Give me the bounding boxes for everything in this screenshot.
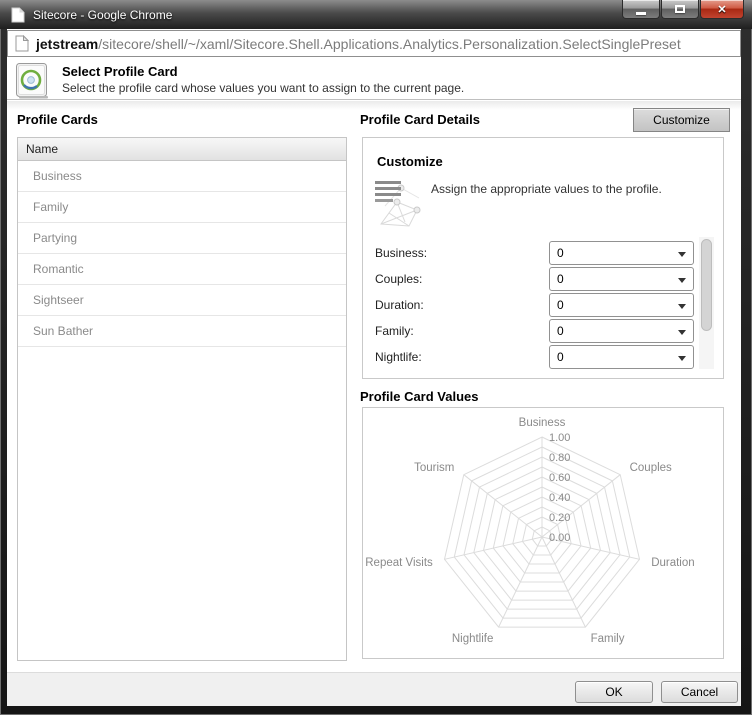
address-bar[interactable]: jetstream/sitecore/shell/~/xaml/Sitecore…	[7, 30, 741, 57]
page-icon	[11, 7, 25, 23]
profile-values-sketch-icon	[375, 178, 423, 233]
browser-window: Sitecore - Google Chrome ✕ jetstream/sit…	[0, 0, 752, 715]
dropdown-arrow-icon	[678, 278, 686, 283]
svg-text:0.60: 0.60	[549, 472, 570, 484]
url-page-icon	[15, 35, 29, 52]
url-host: jetstream	[36, 35, 99, 52]
profile-values-radar-chart: 0.00 0.20 0.40 0.60 0.80 1.00 Business Couples D…	[365, 417, 694, 645]
url-path: /sitecore/shell/~/xaml/Sitecore.Shell.Ap…	[98, 35, 681, 52]
window-title: Sitecore - Google Chrome	[33, 7, 173, 22]
profile-card-icon	[13, 61, 51, 106]
couples-select[interactable]: 0	[549, 267, 694, 291]
profile-card-details-heading: Profile Card Details	[360, 112, 480, 127]
list-item-sightseer[interactable]: Sightseer	[18, 285, 346, 316]
minimize-icon	[636, 11, 646, 15]
profile-card-values-panel: 0.00 0.20 0.40 0.60 0.80 1.00 Business Couples D…	[362, 407, 724, 659]
list-item-partying[interactable]: Partying	[18, 223, 346, 254]
couples-select-value: 0	[557, 272, 564, 286]
cancel-button[interactable]: Cancel	[661, 681, 738, 703]
dialog-footer: OK Cancel	[7, 672, 741, 706]
svg-text:Nightlife: Nightlife	[452, 633, 494, 645]
header-shadow	[7, 101, 741, 110]
svg-text:Business: Business	[519, 417, 566, 429]
svg-text:0.20: 0.20	[549, 512, 570, 524]
dropdown-arrow-icon	[678, 356, 686, 361]
duration-field-label: Duration:	[375, 298, 424, 312]
url-text: jetstream/sitecore/shell/~/xaml/Sitecore…	[36, 36, 681, 52]
svg-text:Tourism: Tourism	[414, 462, 454, 474]
dropdown-arrow-icon	[678, 330, 686, 335]
nightlife-select-value: 0	[557, 350, 564, 364]
business-select-value: 0	[557, 246, 564, 260]
titlebar[interactable]: Sitecore - Google Chrome ✕	[0, 0, 752, 29]
list-item-sun-bather[interactable]: Sun Bather	[18, 316, 346, 347]
customize-panel-heading: Customize	[377, 154, 443, 169]
svg-text:Repeat Visits: Repeat Visits	[365, 557, 433, 569]
customize-panel-description: Assign the appropriate values to the pro…	[431, 182, 662, 196]
name-column-header: Name	[18, 138, 346, 161]
list-item-family[interactable]: Family	[18, 192, 346, 223]
dropdown-arrow-icon	[678, 252, 686, 257]
svg-text:Duration: Duration	[651, 557, 694, 569]
minimize-button[interactable]	[622, 0, 660, 19]
maximize-icon	[675, 5, 685, 13]
close-icon: ✕	[717, 3, 727, 16]
profile-card-values-heading: Profile Card Values	[360, 389, 479, 404]
nightlife-field-label: Nightlife:	[375, 350, 422, 364]
svg-text:0.40: 0.40	[549, 492, 570, 504]
business-field-label: Business:	[375, 246, 428, 260]
svg-text:Family: Family	[591, 633, 625, 645]
svg-text:0.00: 0.00	[549, 532, 570, 544]
duration-select[interactable]: 0	[549, 293, 694, 317]
details-scrollbar[interactable]	[699, 237, 714, 369]
svg-text:Couples: Couples	[630, 462, 672, 474]
list-item-romantic[interactable]: Romantic	[18, 254, 346, 285]
svg-text:1.00: 1.00	[549, 432, 570, 444]
couples-field-label: Couples:	[375, 272, 423, 286]
family-select-value: 0	[557, 324, 564, 338]
dialog-header: Select Profile Card Select the profile c…	[7, 58, 741, 100]
nightlife-select[interactable]: 0	[549, 345, 694, 369]
dialog-title: Select Profile Card	[62, 64, 178, 79]
ok-button[interactable]: OK	[575, 681, 653, 703]
customize-button[interactable]: Customize	[633, 108, 730, 132]
maximize-button[interactable]	[661, 0, 699, 19]
scrollbar-thumb[interactable]	[701, 239, 712, 331]
family-field-label: Family:	[375, 324, 414, 338]
dialog-content: jetstream/sitecore/shell/~/xaml/Sitecore…	[7, 29, 741, 706]
svg-text:0.80: 0.80	[549, 452, 570, 464]
profile-cards-table: Name Business Family Partying Romantic S…	[17, 137, 347, 661]
dropdown-arrow-icon	[678, 304, 686, 309]
family-select[interactable]: 0	[549, 319, 694, 343]
business-select[interactable]: 0	[549, 241, 694, 265]
close-button[interactable]: ✕	[700, 0, 744, 19]
dialog-subtitle: Select the profile card whose values you…	[62, 81, 465, 95]
window-controls: ✕	[622, 0, 744, 19]
duration-select-value: 0	[557, 298, 564, 312]
customize-panel: Customize Assign the appropriate values …	[362, 137, 724, 379]
list-item-business[interactable]: Business	[18, 161, 346, 192]
profile-cards-heading: Profile Cards	[17, 112, 98, 127]
